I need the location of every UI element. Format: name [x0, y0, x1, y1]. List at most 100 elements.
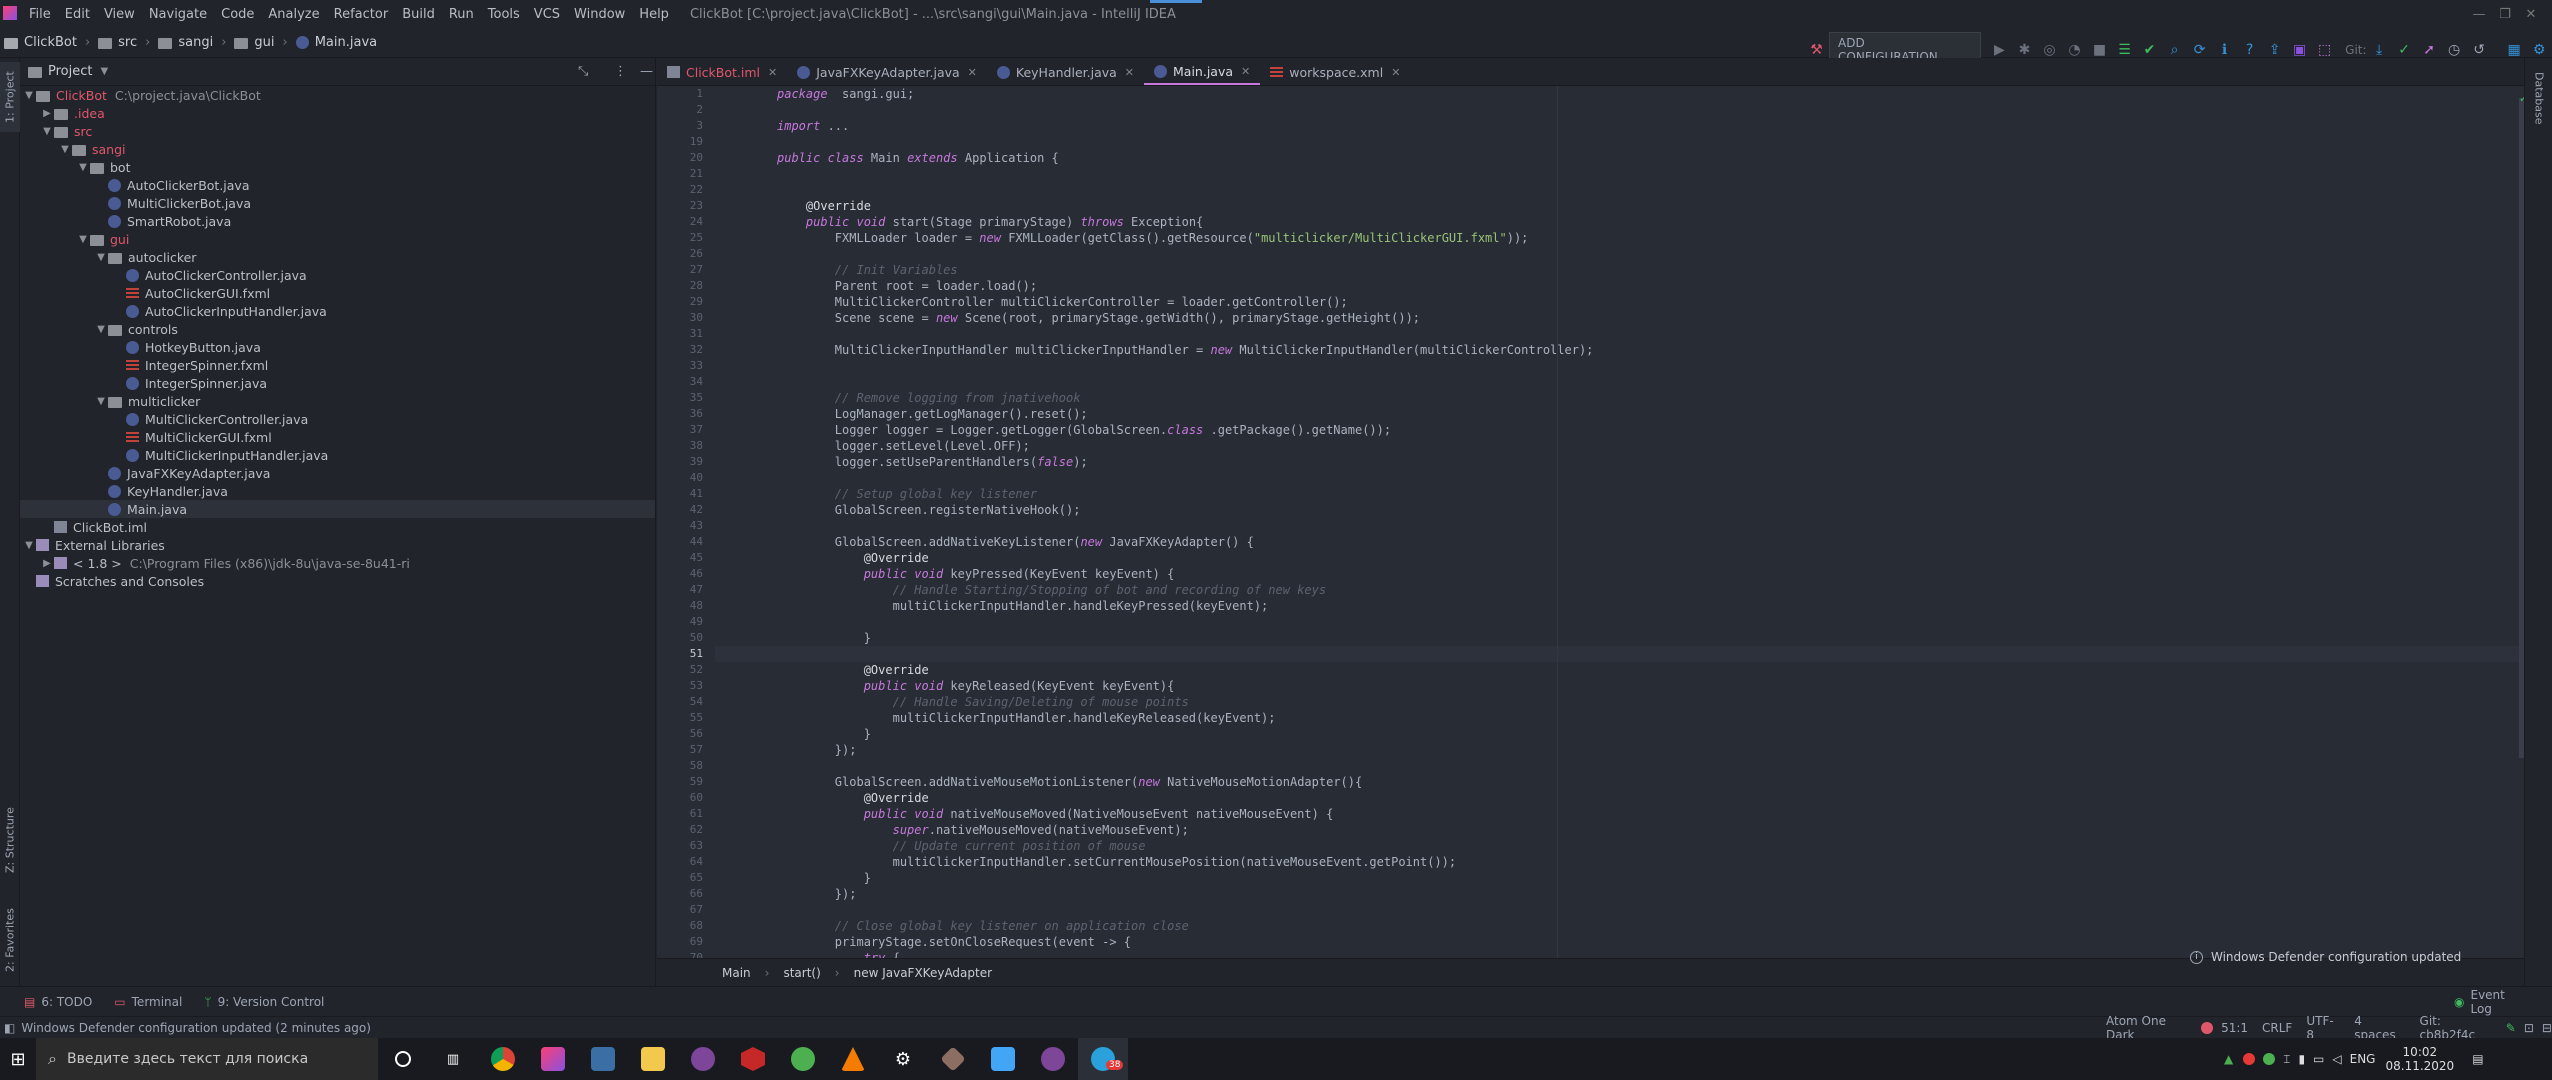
- chevron-down-icon[interactable]: ▼: [94, 396, 108, 407]
- code-line[interactable]: // Handle Saving/Deleting of mouse point…: [715, 694, 2524, 710]
- line-number[interactable]: 56: [657, 726, 715, 742]
- taskbar-app-utorrent[interactable]: [778, 1038, 828, 1080]
- line-number[interactable]: 21: [657, 166, 715, 182]
- code-line[interactable]: public void nativeMouseMoved(NativeMouse…: [715, 806, 2524, 822]
- line-number[interactable]: 28: [657, 278, 715, 294]
- project-view-selector[interactable]: Project: [48, 64, 92, 79]
- code-line[interactable]: multiClickerInputHandler.setCurrentMouse…: [715, 854, 2524, 870]
- line-number[interactable]: 61: [657, 806, 715, 822]
- code-line[interactable]: [715, 166, 2524, 182]
- taskbar-app-telegram[interactable]: 38: [1078, 1038, 1128, 1080]
- close-tab-icon[interactable]: ✕: [968, 66, 977, 79]
- line-number[interactable]: 62: [657, 822, 715, 838]
- caret-position[interactable]: 51:1: [2221, 1021, 2248, 1035]
- line-number[interactable]: 48: [657, 598, 715, 614]
- code-line[interactable]: LogManager.getLogManager().reset();: [715, 406, 2524, 422]
- version-control-tab[interactable]: ᛘ 9: Version Control: [204, 995, 324, 1009]
- tree-item[interactable]: ▼ sangi: [20, 140, 655, 158]
- tray-app-icon[interactable]: [2263, 1053, 2276, 1065]
- code-line[interactable]: }: [715, 870, 2524, 886]
- collapse-icon[interactable]: ⤡: [578, 64, 588, 79]
- lock-icon[interactable]: ⊡: [2524, 1021, 2534, 1035]
- todo-tab[interactable]: ▤ 6: TODO: [24, 995, 92, 1009]
- favorites-tool-tab[interactable]: 2: Favorites: [0, 900, 20, 980]
- code-line[interactable]: @Override: [715, 790, 2524, 806]
- menu-item-run[interactable]: Run: [442, 7, 481, 22]
- code-line[interactable]: [715, 182, 2524, 198]
- line-number[interactable]: 41: [657, 486, 715, 502]
- line-number[interactable]: 33: [657, 358, 715, 374]
- code-line[interactable]: logger.setLevel(Level.OFF);: [715, 438, 2524, 454]
- line-separator[interactable]: CRLF: [2262, 1021, 2292, 1035]
- line-number[interactable]: 50: [657, 630, 715, 646]
- taskbar-app-steam[interactable]: ⚙: [878, 1038, 928, 1080]
- code-line[interactable]: logger.setUseParentHandlers(false);: [715, 454, 2524, 470]
- chevron-down-icon[interactable]: ▼: [94, 324, 108, 335]
- tree-item[interactable]: SmartRobot.java: [20, 212, 655, 230]
- build-hammer-icon[interactable]: ⚒: [1808, 41, 1825, 59]
- line-number[interactable]: 19: [657, 134, 715, 150]
- crumb-project[interactable]: ClickBot: [24, 35, 77, 50]
- line-number[interactable]: 54: [657, 694, 715, 710]
- tree-item[interactable]: ▼ controls: [20, 320, 655, 338]
- tree-item[interactable]: MultiClickerController.java: [20, 410, 655, 428]
- code-line[interactable]: [715, 326, 2524, 342]
- code-line[interactable]: Logger logger = Logger.getLogger(GlobalS…: [715, 422, 2524, 438]
- close-tab-icon[interactable]: ✕: [1241, 65, 1250, 78]
- line-number[interactable]: 45: [657, 550, 715, 566]
- taskbar-search[interactable]: ⌕ Введите здесь текст для поиска: [36, 1038, 378, 1080]
- cortana-button[interactable]: [378, 1038, 428, 1080]
- code-line[interactable]: [715, 614, 2524, 630]
- line-number[interactable]: 58: [657, 758, 715, 774]
- code-line[interactable]: [715, 246, 2524, 262]
- footer-crumb-anon[interactable]: new JavaFXKeyAdapter: [854, 966, 992, 980]
- crumb-file[interactable]: Main.java: [315, 35, 377, 50]
- line-number[interactable]: 2: [657, 102, 715, 118]
- code-line[interactable]: [715, 758, 2524, 774]
- line-number[interactable]: 32: [657, 342, 715, 358]
- line-number[interactable]: 69: [657, 934, 715, 950]
- menu-item-window[interactable]: Window: [567, 7, 632, 22]
- menu-item-refactor[interactable]: Refactor: [327, 7, 396, 22]
- check-icon[interactable]: ✔: [2141, 41, 2158, 59]
- line-number[interactable]: 64: [657, 854, 715, 870]
- line-number[interactable]: 25: [657, 230, 715, 246]
- code-line[interactable]: FXMLLoader loader = new FXMLLoader(getCl…: [715, 230, 2524, 246]
- rollback-icon[interactable]: ↺: [2471, 41, 2488, 59]
- tree-item[interactable]: ▼ External Libraries: [20, 536, 655, 554]
- line-number[interactable]: 34: [657, 374, 715, 390]
- close-tab-icon[interactable]: ✕: [768, 66, 777, 79]
- line-number[interactable]: 37: [657, 422, 715, 438]
- chevron-down-icon[interactable]: ▼: [58, 144, 72, 155]
- search-icon[interactable]: ⌕: [2166, 41, 2183, 59]
- code-line[interactable]: public void start(Stage primaryStage) th…: [715, 214, 2524, 230]
- code-line[interactable]: multiClickerInputHandler.handleKeyReleas…: [715, 710, 2524, 726]
- code-line[interactable]: }: [715, 630, 2524, 646]
- tree-item[interactable]: ▼ ClickBot C:\project.java\ClickBot: [20, 86, 655, 104]
- tree-item[interactable]: ▼ gui: [20, 230, 655, 248]
- line-number[interactable]: 59: [657, 774, 715, 790]
- line-number[interactable]: 36: [657, 406, 715, 422]
- tree-item[interactable]: ▶ < 1.8 > C:\Program Files (x86)\jdk-8u\ja…: [20, 554, 655, 572]
- database-tool-tab[interactable]: Database: [2529, 72, 2549, 142]
- code-line[interactable]: });: [715, 886, 2524, 902]
- battery-icon[interactable]: ▮: [2298, 1052, 2305, 1066]
- profile-icon[interactable]: ◔: [2066, 41, 2083, 59]
- tree-item[interactable]: MultiClickerInputHandler.java: [20, 446, 655, 464]
- structure-tool-tab[interactable]: Z: Structure: [0, 800, 20, 880]
- code-line[interactable]: package sangi.gui;: [715, 86, 2524, 102]
- chevron-down-icon[interactable]: ▼: [76, 162, 90, 173]
- project-tool-tab[interactable]: 1: Project: [0, 62, 20, 132]
- taskbar-app-intellij[interactable]: [528, 1038, 578, 1080]
- tree-item[interactable]: Scratches and Consoles: [20, 572, 655, 590]
- tree-item[interactable]: MultiClickerBot.java: [20, 194, 655, 212]
- git-push-icon[interactable]: ➚: [2421, 41, 2438, 59]
- line-number[interactable]: 53: [657, 678, 715, 694]
- code-line[interactable]: [715, 358, 2524, 374]
- code-line[interactable]: }: [715, 726, 2524, 742]
- options-icon[interactable]: ⋮: [614, 64, 627, 79]
- refresh-icon[interactable]: ⟳: [2191, 41, 2208, 59]
- coverage-icon[interactable]: ◎: [2041, 41, 2058, 59]
- tray-arrow-icon[interactable]: ▲: [2224, 1052, 2233, 1066]
- line-number[interactable]: 43: [657, 518, 715, 534]
